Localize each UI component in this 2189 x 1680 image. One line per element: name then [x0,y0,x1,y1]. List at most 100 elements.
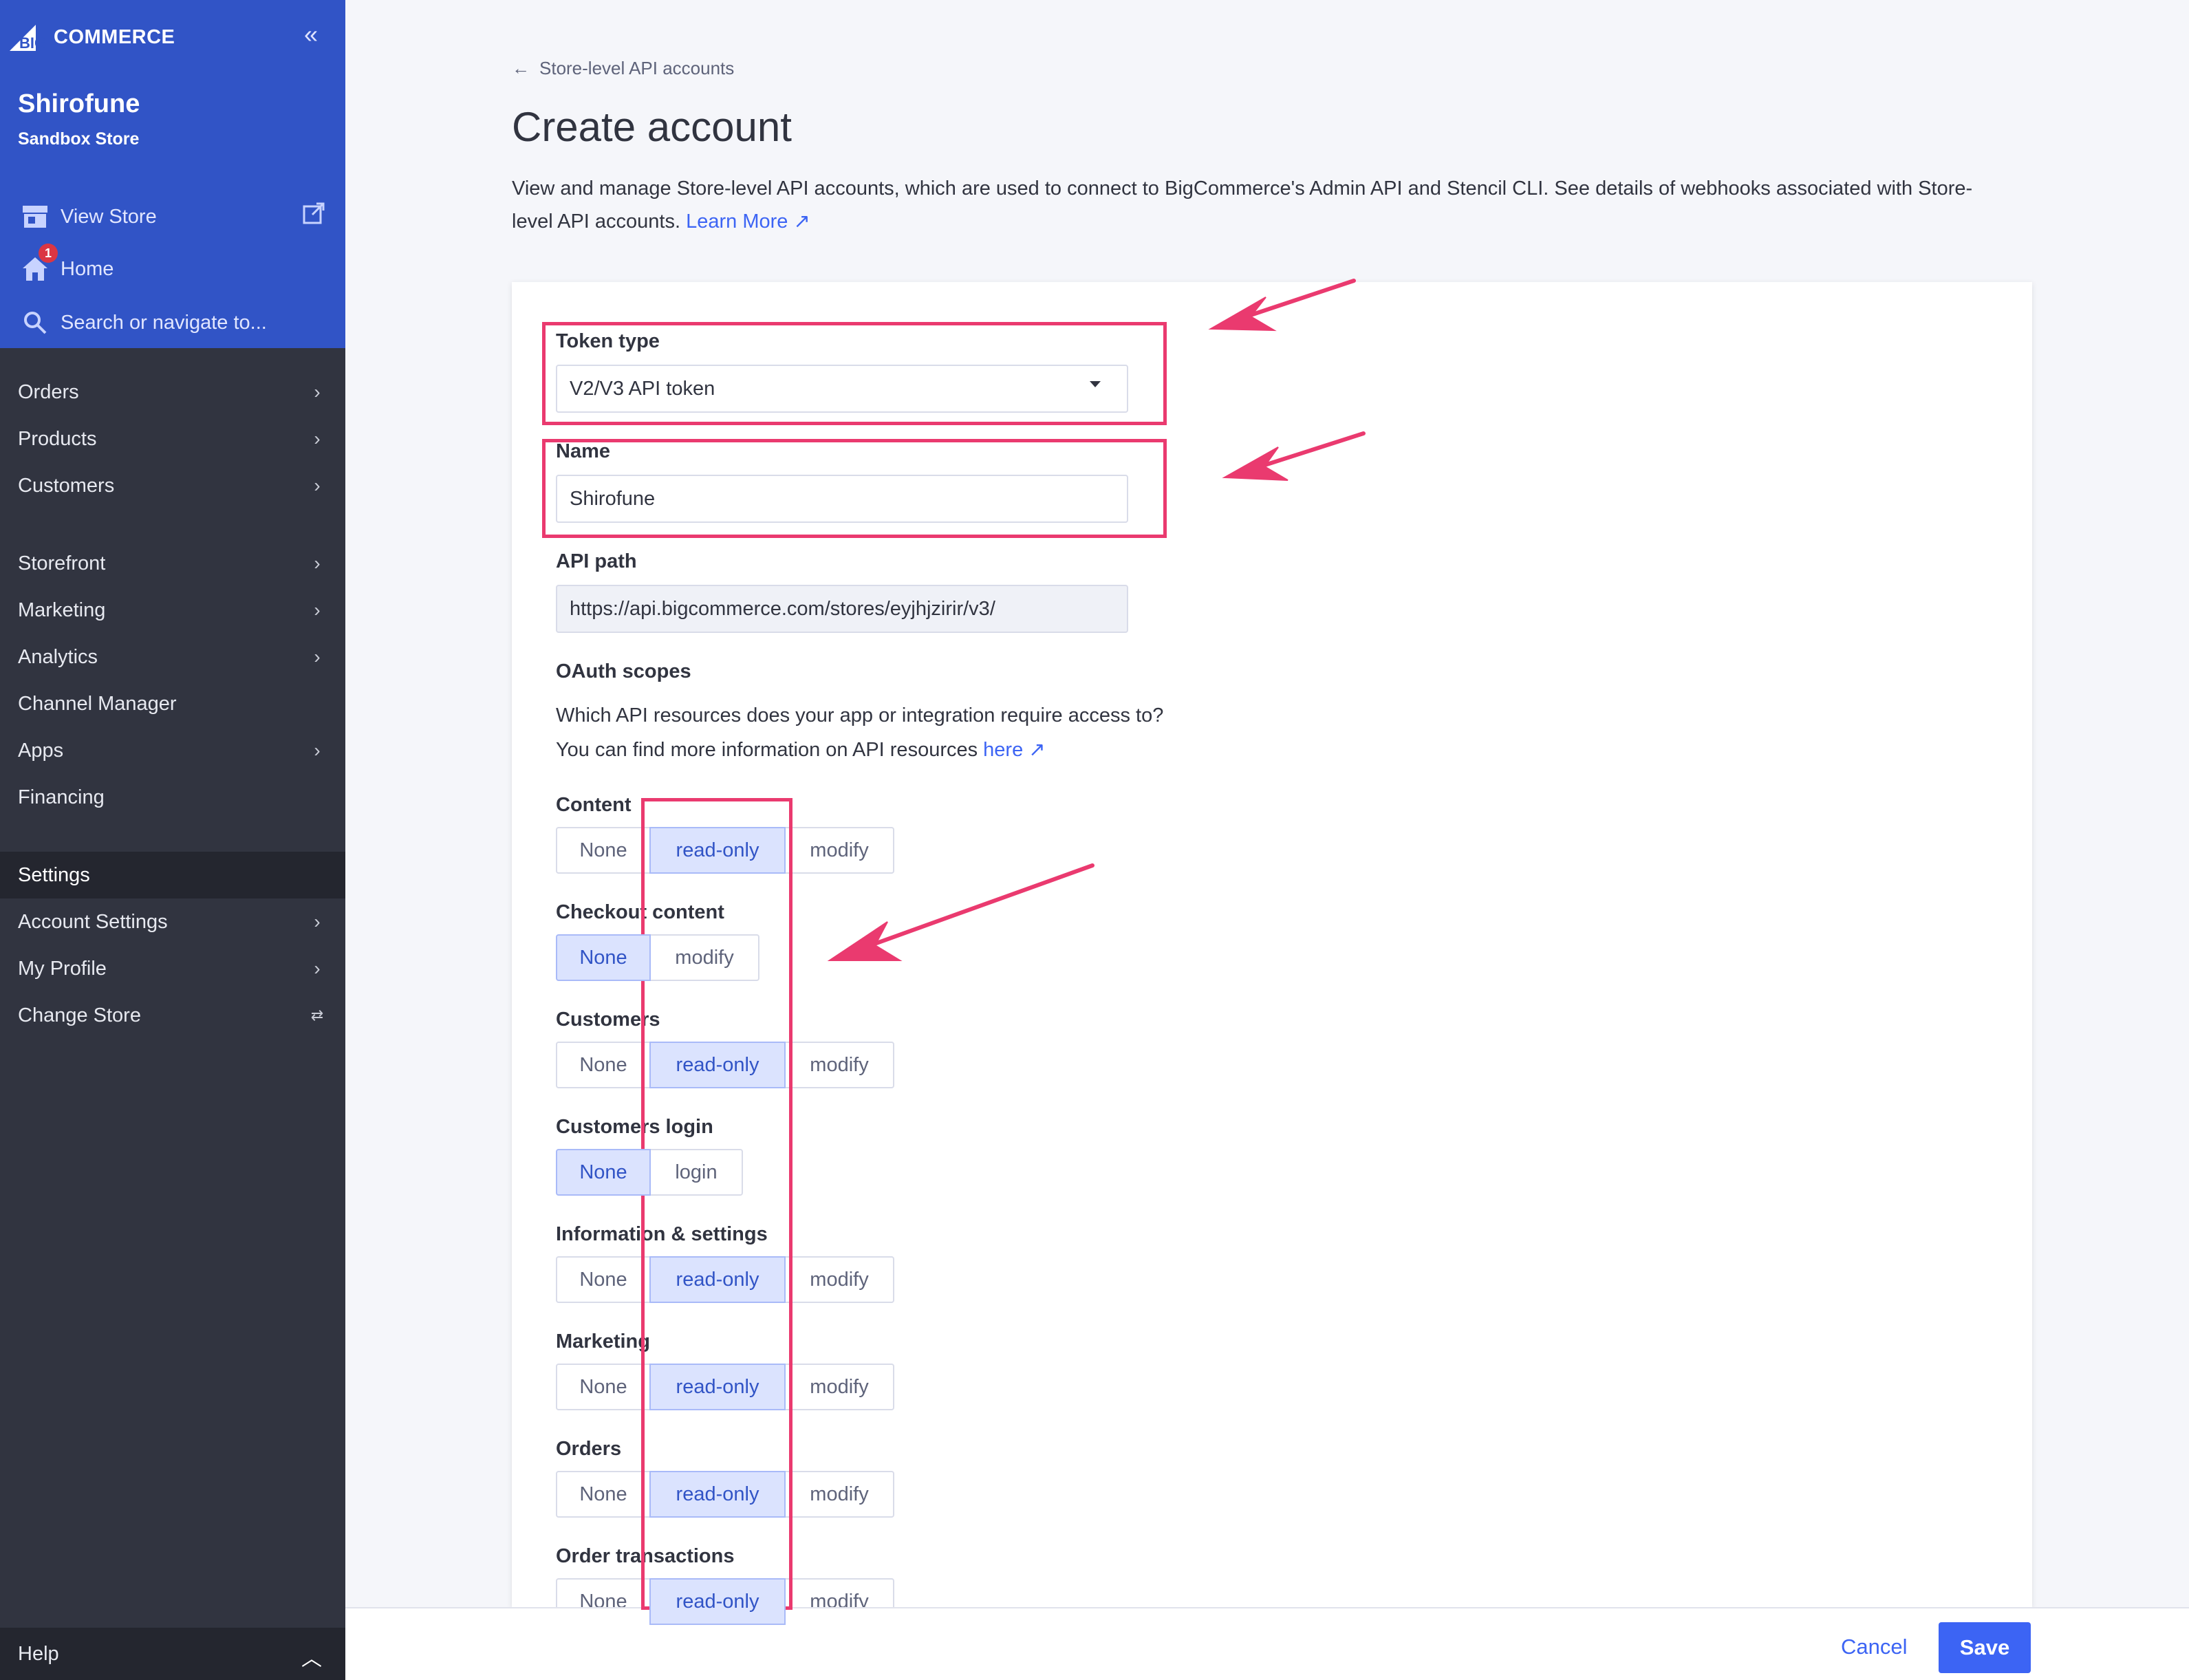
scope-option-none[interactable]: None [556,827,651,874]
search-navigate[interactable]: Search or navigate to... [18,305,267,340]
scope-option-none[interactable]: None [556,934,651,981]
nav-customers[interactable]: Customers › [18,469,327,503]
here-link[interactable]: here ↗ [983,739,1045,761]
scope-option-none[interactable]: None [556,1149,651,1196]
page-title: Create account [512,104,792,150]
store-subtitle: Sandbox Store [18,129,140,149]
search-icon [18,305,52,340]
scope-label-marketing: Marketing [556,1331,650,1353]
nav-label: Financing [18,786,105,808]
collapse-sidebar-icon[interactable]: « [297,21,325,48]
scope-option-modify[interactable]: modify [784,827,894,874]
bigcommerce-logo[interactable]: BIG COMMERCE [10,23,175,51]
nav-analytics[interactable]: Analytics › [18,640,327,674]
api-path-value: https://api.bigcommerce.com/stores/eyjhj… [570,597,995,620]
nav-settings[interactable]: Settings [18,858,327,892]
scope-option-read-only[interactable]: read-only [649,1256,786,1303]
nav-label: Channel Manager [18,692,177,715]
scope-option-read-only[interactable]: read-only [649,1471,786,1518]
nav-label: Analytics [18,645,98,668]
nav-storefront[interactable]: Storefront › [18,546,327,581]
scope-group-information-settings: None read-only modify [556,1256,894,1303]
external-link-icon: ↗ [1028,739,1046,761]
nav-change-store[interactable]: Change Store ⇄ [18,998,327,1033]
notification-badge: 1 [39,244,58,263]
logo-mark-icon: BIG [10,25,46,51]
chevron-right-icon: › [314,599,321,621]
api-path-label: API path [556,550,637,572]
sidebar-header [0,0,345,348]
scope-option-read-only[interactable]: read-only [649,827,786,874]
swap-arrows-icon: ⇄ [310,1006,324,1024]
scope-option-modify[interactable]: modify [784,1471,894,1518]
nav-label: My Profile [18,957,107,980]
scope-option-none[interactable]: None [556,1256,651,1303]
nav-label: Apps [18,739,64,762]
chevron-right-icon: › [314,740,321,761]
nav-label: Customers [18,474,115,497]
learn-more-link[interactable]: Learn More ↗ [686,211,810,233]
scope-option-modify[interactable]: modify [784,1256,894,1303]
breadcrumb-link[interactable]: Store-level API accounts [539,58,734,79]
api-path-field[interactable]: https://api.bigcommerce.com/stores/eyjhj… [556,585,1128,633]
home-link[interactable]: Home [18,252,114,286]
chevron-right-icon: › [314,646,321,667]
nav-label: Settings [18,863,90,886]
oauth-scopes-label: OAuth scopes [556,660,691,682]
description-text-1: View and manage Store-level API accounts… [512,177,1973,200]
scope-label-content: Content [556,794,632,816]
view-store-link[interactable]: View Store [18,200,157,234]
oauth-help-text-2: You can find more information on API res… [556,737,1046,762]
nav-apps[interactable]: Apps › [18,733,327,768]
scope-option-none[interactable]: None [556,1042,651,1088]
action-footer [345,1607,2189,1680]
scope-option-read-only[interactable]: read-only [649,1042,786,1088]
oauth-help-text-1: Which API resources does your app or int… [556,704,1164,726]
nav-label: Products [18,427,97,450]
nav-label: Account Settings [18,910,168,933]
chevron-right-icon: › [314,475,321,496]
highlight-box-token-type [542,322,1167,425]
page-description: View and manage Store-level API accounts… [512,172,2012,238]
scope-option-read-only[interactable]: read-only [649,1578,786,1625]
chevron-right-icon: › [314,958,321,979]
nav-financing[interactable]: Financing [18,780,327,815]
chevron-right-icon: › [314,911,321,932]
scope-group-customers: None read-only modify [556,1042,894,1088]
search-label: Search or navigate to... [61,311,267,334]
scope-group-orders: None read-only modify [556,1471,894,1518]
external-link-icon[interactable] [301,201,326,226]
scope-option-none[interactable]: None [556,1364,651,1410]
chevron-right-icon: › [314,552,321,574]
logo-text: COMMERCE [54,25,175,48]
scope-label-orders: Orders [556,1438,622,1460]
cancel-button[interactable]: Cancel [1841,1635,1908,1659]
chevron-up-icon[interactable]: ︿ [301,1641,322,1672]
svg-text:BIG: BIG [19,34,46,51]
highlight-box-name [542,439,1167,538]
breadcrumb[interactable]: ← Store-level API accounts [512,58,734,79]
help-label: Help [18,1643,59,1665]
oauth-help-text: You can find more information on API res… [556,739,978,761]
nav-label: Marketing [18,599,106,621]
scope-option-modify[interactable]: modify [784,1042,894,1088]
nav-orders[interactable]: Orders › [18,375,327,409]
nav-channel-manager[interactable]: Channel Manager [18,687,327,721]
nav-my-profile[interactable]: My Profile › [18,951,327,986]
scope-option-none[interactable]: None [556,1471,651,1518]
home-label: Home [61,257,114,280]
scope-option-modify[interactable]: modify [784,1364,894,1410]
storefront-icon [18,200,52,234]
chevron-right-icon: › [314,381,321,402]
store-name: Shirofune [18,89,140,118]
nav-account-settings[interactable]: Account Settings › [18,905,327,939]
nav-products[interactable]: Products › [18,422,327,456]
nav-label: Storefront [18,552,106,574]
scope-group-marketing: None read-only modify [556,1364,894,1410]
external-link-icon: ↗ [793,211,810,233]
nav-label: Change Store [18,1004,141,1026]
nav-marketing[interactable]: Marketing › [18,593,327,627]
save-button[interactable]: Save [1939,1622,2031,1673]
here-label: here [983,739,1024,761]
scope-option-read-only[interactable]: read-only [649,1364,786,1410]
